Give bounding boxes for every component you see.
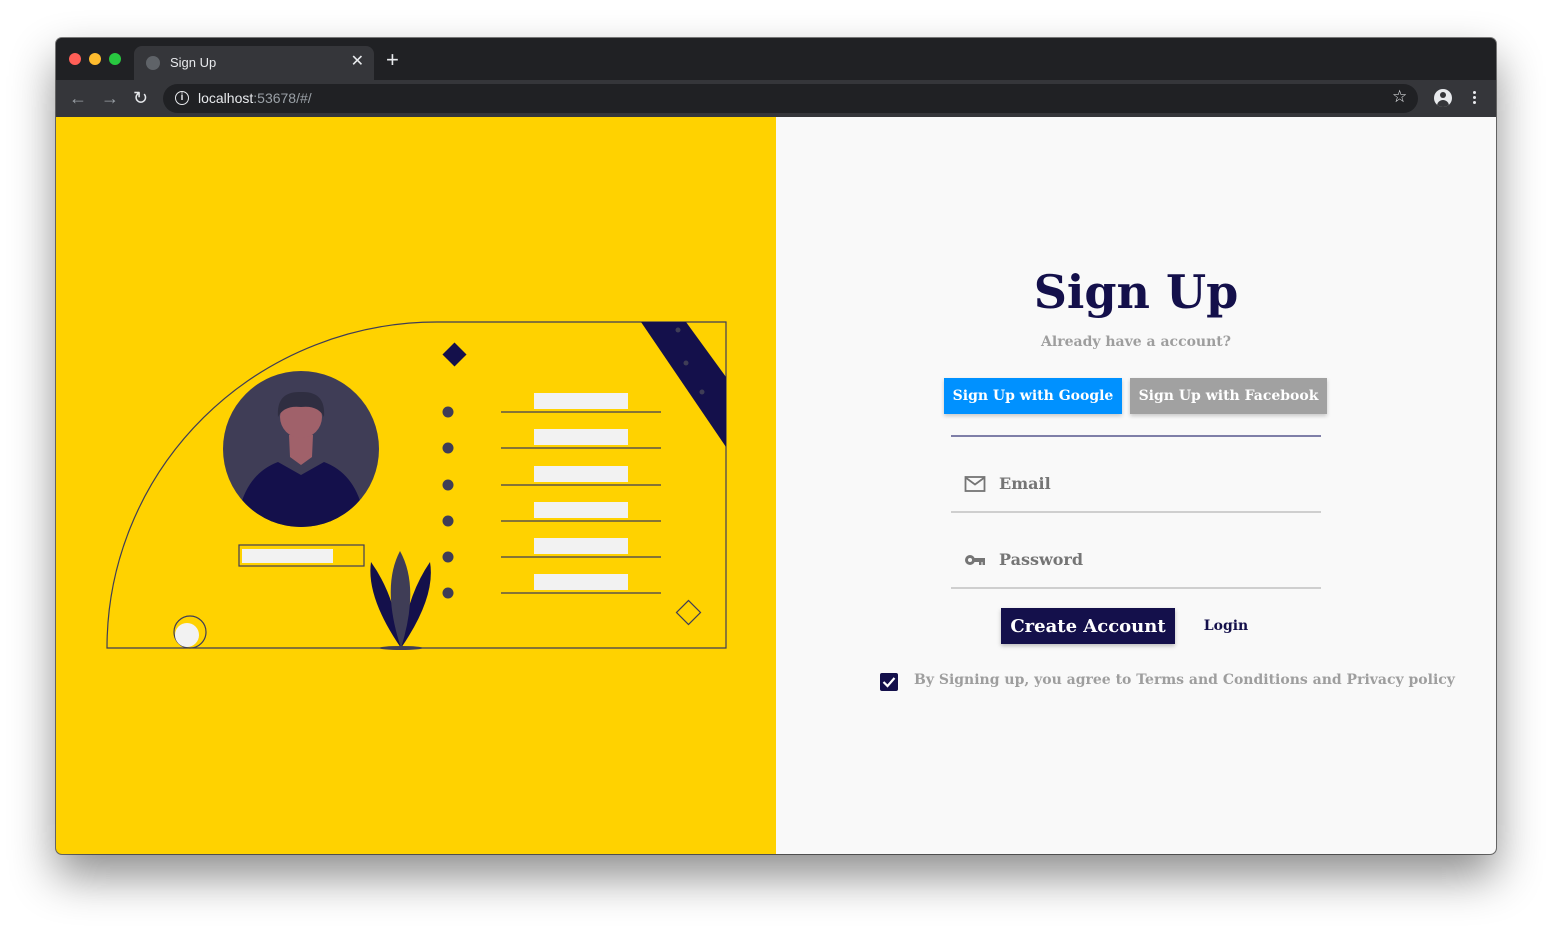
signup-form-panel: Sign Up Already have a account? Sign Up … — [776, 117, 1496, 854]
bookmark-star-icon[interactable]: ☆ — [1392, 87, 1407, 107]
plant-shape — [370, 551, 431, 650]
divider — [951, 435, 1321, 437]
email-input[interactable] — [999, 469, 1299, 497]
globe-icon — [146, 56, 160, 70]
maximize-window-button[interactable] — [109, 53, 121, 65]
decor-dot — [675, 327, 681, 333]
page-title: Sign Up — [1033, 265, 1239, 319]
circle-fill-shape — [175, 623, 199, 647]
decor-band — [641, 322, 726, 447]
mail-icon — [964, 476, 986, 492]
decor-dot — [699, 389, 705, 395]
email-field[interactable] — [951, 451, 1321, 513]
terms-checkbox[interactable] — [880, 673, 898, 691]
form-lines — [442, 393, 661, 599]
kebab-menu-icon[interactable] — [1468, 91, 1480, 107]
back-arrow-icon[interactable]: ← — [69, 88, 87, 108]
tab-strip: Sign Up ✕ + — [56, 38, 1496, 80]
minimize-window-button[interactable] — [89, 53, 101, 65]
create-account-button[interactable]: Create Account — [1001, 608, 1175, 644]
url-text[interactable]: localhost:53678/#/ — [198, 90, 312, 106]
browser-window: Sign Up ✕ + ← → ↻ i localhost:53678/#/ ☆ — [56, 38, 1496, 854]
info-icon[interactable]: i — [175, 91, 189, 105]
checkmark-icon — [882, 677, 896, 688]
illustration-panel — [56, 117, 776, 854]
diamond-outline-shape — [675, 599, 702, 626]
address-bar[interactable]: i localhost:53678/#/ — [163, 84, 1418, 113]
login-prompt: Already have a account? — [1041, 334, 1231, 350]
login-link[interactable]: Login — [1196, 613, 1256, 639]
url-host: localhost — [198, 90, 254, 106]
forward-arrow-icon[interactable]: → — [101, 88, 119, 108]
url-path: :53678/#/ — [253, 90, 312, 106]
new-tab-button[interactable]: + — [386, 48, 399, 72]
signup-illustration — [106, 321, 727, 650]
tab-sign-up[interactable]: Sign Up ✕ — [134, 46, 374, 80]
decor-dot — [683, 360, 689, 366]
google-signup-button[interactable]: Sign Up with Google — [944, 378, 1122, 414]
password-field[interactable] — [951, 527, 1321, 589]
close-tab-icon[interactable]: ✕ — [351, 52, 364, 72]
tab-title: Sign Up — [170, 55, 217, 70]
page-viewport: Sign Up Already have a account? Sign Up … — [56, 117, 1496, 854]
facebook-signup-button[interactable]: Sign Up with Facebook — [1130, 378, 1327, 414]
close-window-button[interactable] — [69, 53, 81, 65]
password-input[interactable] — [999, 545, 1299, 573]
key-icon — [965, 555, 985, 565]
reload-icon[interactable]: ↻ — [133, 88, 148, 108]
terms-text: By Signing up, you agree to Terms and Co… — [914, 672, 1455, 688]
name-field-fill — [242, 549, 333, 563]
profile-icon[interactable] — [1434, 89, 1452, 107]
browser-toolbar: ← → ↻ i localhost:53678/#/ ☆ — [56, 80, 1496, 117]
diamond-shape — [442, 342, 467, 367]
